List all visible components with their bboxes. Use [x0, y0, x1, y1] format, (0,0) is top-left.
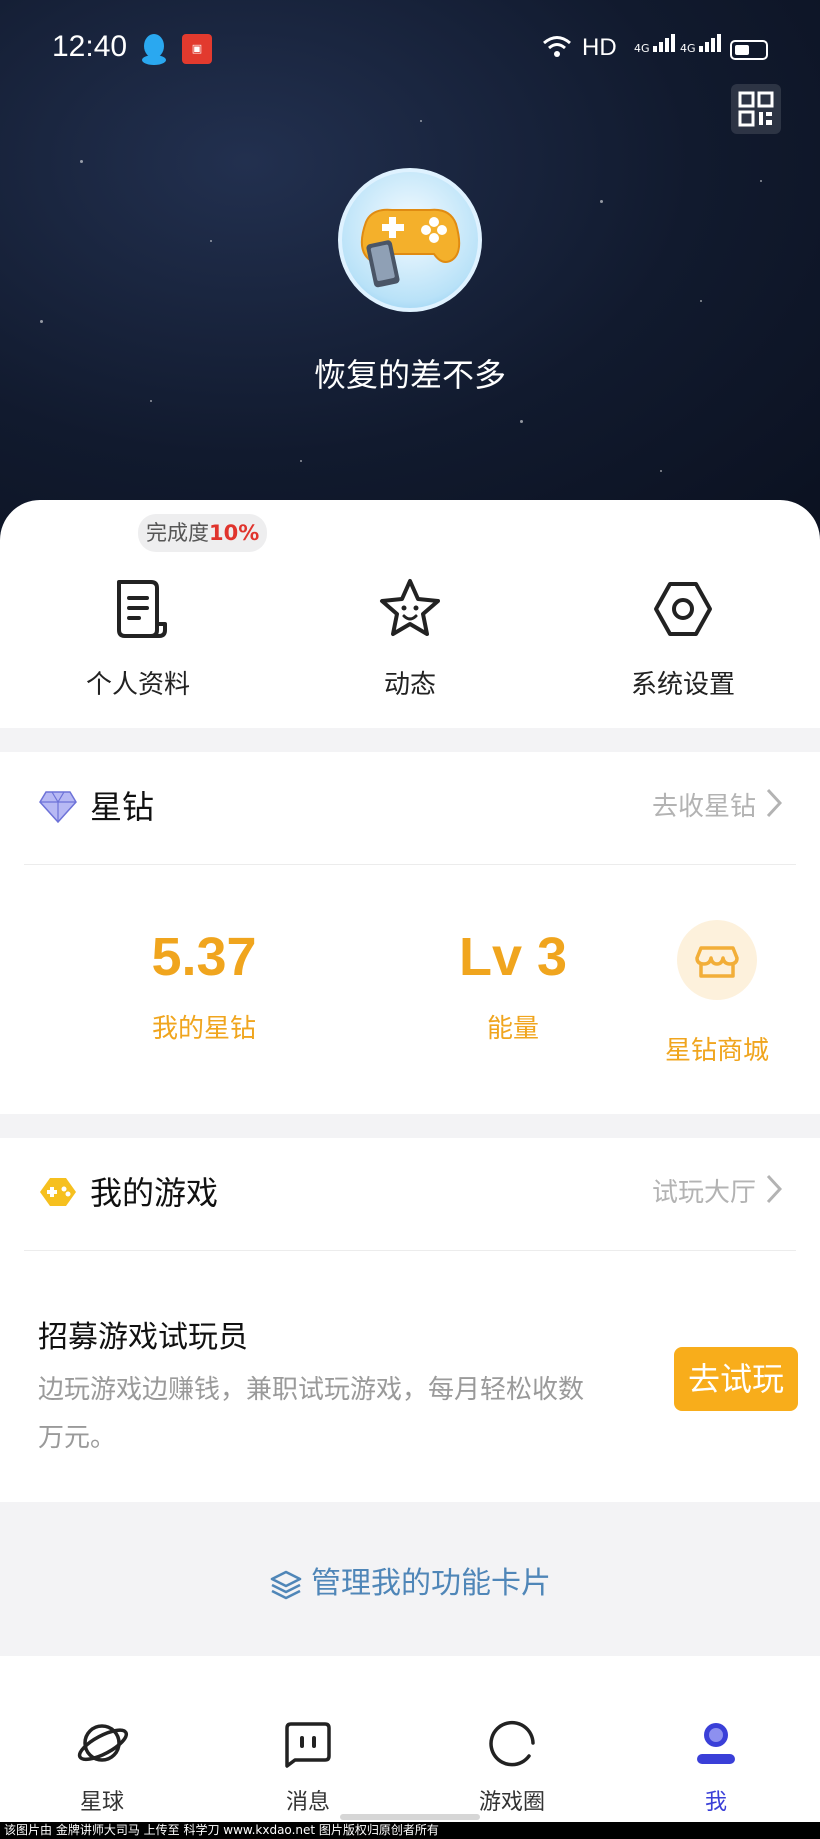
menu-item-label: 系统设置: [630, 670, 735, 700]
manage-cards-area: 管理我的功能卡片: [0, 1502, 820, 1656]
signal-bars-2-icon: [699, 34, 722, 52]
watermark-text: 该图片由 金牌讲师大司马 上传至 科学刀 www.kxdao.net 图片版权归…: [0, 1822, 820, 1839]
user-nickname: 恢复的差不多: [313, 356, 506, 394]
my-diamond-value: 5.37: [151, 927, 257, 987]
menu-item-moments[interactable]: 动态: [330, 576, 490, 701]
qr-code-icon[interactable]: [731, 84, 781, 134]
completion-badge: 完成度10%: [138, 514, 268, 552]
diamond-mall-button[interactable]: [677, 920, 757, 1000]
manage-cards-button[interactable]: 管理我的功能卡片: [0, 1558, 820, 1602]
signal-1-label: 4G: [634, 42, 650, 55]
my-diamond-label: 我的星钻: [151, 1014, 256, 1044]
collect-diamond-link[interactable]: 去收星钻: [652, 786, 756, 823]
menu-item-profile[interactable]: 个人资料: [58, 576, 218, 701]
profile-header: 12:40 ▣ HD 4G 4G 恢复的差不多: [0, 0, 820, 540]
wifi-icon: [543, 36, 571, 57]
energy-stat[interactable]: Lv 3 能量: [440, 926, 586, 1045]
star-diamond-header[interactable]: 星钻 去收星钻: [0, 752, 820, 864]
document-icon: [117, 580, 167, 638]
signal-2-icon: 4G: [680, 34, 722, 55]
energy-label: 能量: [486, 1014, 539, 1044]
nav-label: 星球: [79, 1790, 124, 1815]
status-bar: 12:40 ▣ HD 4G 4G: [0, 0, 820, 100]
nav-tab-game-circle[interactable]: 游戏圈: [452, 1716, 572, 1816]
trial-hall-link[interactable]: 试玩大厅: [652, 1172, 756, 1209]
manage-cards-label: 管理我的功能卡片: [311, 1566, 551, 1601]
section-title: 星钻: [90, 788, 155, 826]
section-title: 我的游戏: [90, 1174, 219, 1212]
nav-tab-messages[interactable]: 消息: [248, 1716, 368, 1816]
planet-icon: [77, 1724, 129, 1762]
status-time: 12:40: [52, 30, 128, 63]
home-indicator[interactable]: [340, 1814, 480, 1820]
menu-item-label: 个人资料: [85, 670, 190, 700]
my-games-header[interactable]: 我的游戏 试玩大厅: [0, 1138, 820, 1250]
menu-item-settings[interactable]: 系统设置: [603, 576, 763, 701]
circle-icon: [489, 1720, 535, 1767]
chevron-right-icon: [766, 1174, 782, 1204]
recruit-title: 招募游戏试玩员: [38, 1320, 248, 1355]
avatar[interactable]: [338, 168, 482, 312]
user-icon: [697, 1723, 735, 1764]
signal-1-icon: 4G: [634, 34, 676, 55]
nav-label: 我: [704, 1790, 727, 1815]
battery-icon: [730, 40, 768, 60]
star-face-icon: [380, 579, 440, 636]
completion-label: 完成度: [146, 521, 209, 545]
energy-value: Lv 3: [458, 927, 568, 987]
diamond-mall-label[interactable]: 星钻商城: [640, 1030, 794, 1067]
shop-icon: [695, 946, 739, 978]
nav-label: 游戏圈: [478, 1790, 545, 1815]
app-notification-icon: ▣: [182, 34, 212, 64]
signal-bars-1-icon: [653, 34, 676, 52]
layers-icon: [270, 1570, 302, 1599]
nav-label: 消息: [285, 1790, 330, 1815]
recruit-description: 边玩游戏边赚钱，兼职试玩游戏，每月轻松收数万元。: [38, 1375, 585, 1453]
qq-icon: [142, 34, 166, 65]
nav-tab-planet[interactable]: 星球: [42, 1716, 162, 1816]
completion-value: 10%: [209, 521, 260, 545]
try-play-button[interactable]: 去试玩: [674, 1347, 798, 1411]
my-diamond-stat[interactable]: 5.37 我的星钻: [128, 926, 280, 1045]
nav-tab-me[interactable]: 我: [656, 1716, 776, 1816]
gamepad-avatar-icon: [360, 208, 461, 288]
settings-hex-icon: [654, 582, 712, 636]
menu-item-label: 动态: [383, 670, 436, 700]
hd-indicator: HD: [582, 34, 617, 61]
signal-2-label: 4G: [680, 42, 696, 55]
chevron-right-icon: [766, 788, 782, 818]
divider: [24, 1250, 796, 1251]
diamond-icon: [39, 791, 77, 824]
message-icon: [285, 1722, 331, 1768]
game-coin-icon: [40, 1178, 76, 1206]
divider: [24, 864, 796, 865]
